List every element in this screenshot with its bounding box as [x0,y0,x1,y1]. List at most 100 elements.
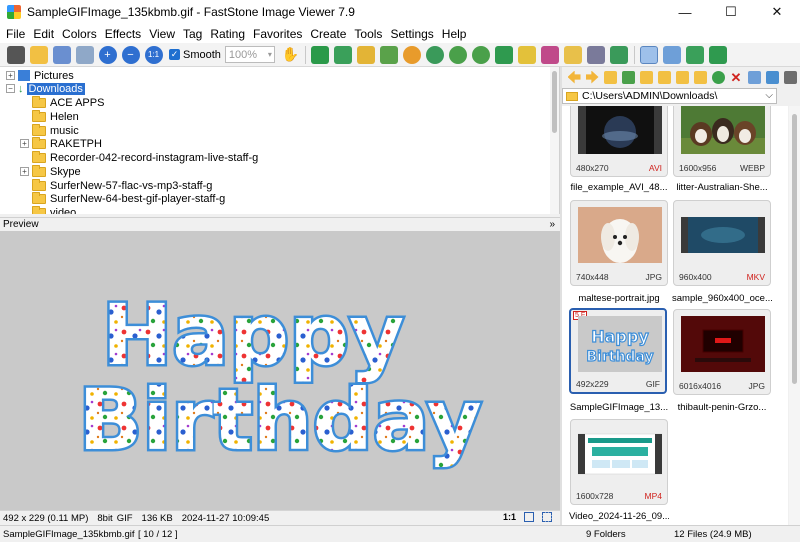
camera-icon[interactable] [6,45,25,64]
back-arrow-icon[interactable] [567,70,581,84]
menu-file[interactable]: File [2,27,29,41]
actual-size-icon[interactable]: 1:1 [144,45,163,64]
tree-item-pictures[interactable]: + Pictures [6,69,74,82]
copy-folder-icon[interactable] [675,70,689,84]
expand-icon[interactable]: + [20,167,29,176]
wallpaper-icon[interactable] [518,45,537,64]
menu-colors[interactable]: Colors [58,27,101,41]
rotate-right-icon[interactable] [472,45,491,64]
menu-view[interactable]: View [145,27,179,41]
thumbnail-scrollbar[interactable] [789,106,800,525]
close-button[interactable]: ✕ [754,0,800,24]
favorites-folder-icon[interactable] [657,70,671,84]
tree-item-ace-apps[interactable]: ACE APPS [32,95,104,109]
thumb-birthday-text: Birthday [586,349,653,365]
menu-settings[interactable]: Settings [386,27,437,41]
zoom-select[interactable]: 100% ▾ [224,46,275,63]
minimize-button[interactable]: — [662,0,708,24]
menu-help[interactable]: Help [438,27,471,41]
thumbnail-name[interactable]: SampleGIFImage_13... [569,402,669,413]
forward-arrow-icon[interactable] [585,70,599,84]
fit-screen-icon[interactable] [524,512,534,522]
tree-item-skype[interactable]: + Skype [20,164,81,178]
menu-tools[interactable]: Tools [350,27,386,41]
folder-path-combo[interactable]: C:\Users\ADMIN\Downloads\ ⌵ [562,88,777,104]
scrollbar-thumb[interactable] [552,71,557,133]
layout-browser-icon[interactable] [640,45,659,64]
smooth-checkbox[interactable]: ✓ Smooth [169,49,221,61]
thumbnail-name[interactable]: Video_2024-11-26_09... [569,511,669,522]
delete-icon[interactable]: ✕ [730,71,743,84]
maximize-button[interactable]: ☐ [708,0,754,24]
image-list-icon[interactable] [75,45,94,64]
thumbnail-name[interactable]: thibault-penin-Grzo... [672,402,772,413]
thumbnail-card[interactable]: 6016x4016 JPG [673,309,771,395]
thumbnail-card[interactable]: 740x448 JPG [570,200,668,286]
print-icon[interactable] [587,45,606,64]
thumbnail-card[interactable]: 480x270 AVI [570,106,668,177]
layout-preview-icon[interactable] [663,45,682,64]
move-folder-icon[interactable] [693,70,707,84]
thumbnail-card[interactable]: 960x400 MKV [673,200,771,286]
tree-item-surfer-57[interactable]: SurferNew-57-flac-vs-mp3-staff-g [32,178,212,192]
chevron-down-icon: ▾ [267,50,272,59]
slideshow-icon[interactable] [495,45,514,64]
tree-item-downloads[interactable]: − ↓ Downloads [6,82,85,95]
menu-edit[interactable]: Edit [29,27,58,41]
email-icon[interactable] [564,45,583,64]
menu-favorites[interactable]: Favorites [249,27,306,41]
thumbnail-name[interactable]: sample_960x400_oce... [672,293,772,304]
chevron-down-icon[interactable]: ⌵ [765,90,773,101]
expand-icon[interactable]: + [6,71,15,80]
move-arrow-icon[interactable] [711,70,725,84]
menu-rating[interactable]: Rating [206,27,249,41]
thumbnail-card[interactable]: 1600x956 WEBP [673,106,771,177]
compare-icon[interactable] [380,45,399,64]
tree-item-label: music [50,124,79,137]
resize-icon[interactable] [334,45,353,64]
hand-tool-icon[interactable]: ✋ [281,46,299,64]
person-icon[interactable] [426,45,445,64]
folder-icon [32,123,46,136]
tree-item-helen[interactable]: Helen [32,109,79,123]
crop-icon[interactable] [357,45,376,64]
zoom-in-icon[interactable]: + [98,45,117,64]
effects-icon[interactable] [403,45,422,64]
folder-up-icon[interactable] [603,70,617,84]
filter-icon[interactable] [783,70,797,84]
zoom-out-icon[interactable]: − [121,45,140,64]
checklist-icon[interactable] [610,45,629,64]
menu-tag[interactable]: Tag [179,27,206,41]
open-folder-icon[interactable] [29,45,48,64]
preview-pane[interactable]: Happy Birthday [0,231,560,510]
tree-item-video[interactable]: video [32,205,76,214]
fullscreen-expand-icon[interactable] [542,512,552,522]
thumbnail-name[interactable]: file_example_AVI_48... [569,182,669,193]
tree-scrollbar[interactable] [550,67,559,214]
refresh-folder-icon[interactable] [621,70,635,84]
rotate-left-icon[interactable] [449,45,468,64]
fit-window-icon[interactable] [311,45,330,64]
fullscreen-icon[interactable] [709,45,728,64]
ratio-button[interactable]: 1:1 [503,512,516,522]
tree-item-music[interactable]: music [32,123,79,137]
thumbnail-card[interactable]: 1600x728 MP4 [570,419,668,505]
collapse-icon[interactable]: − [6,84,15,93]
tree-item-surfer-64[interactable]: SurferNew-64-best-gif-player-staff-g [32,191,225,205]
grid-view-icon[interactable] [747,70,761,84]
tree-item-recorder[interactable]: Recorder-042-record-instagram-live-staff… [32,150,258,164]
new-folder-icon[interactable] [639,70,653,84]
thumbnail-card-selected[interactable]: 5 F Happy Birthday 492x229 GIF [569,308,667,394]
menu-effects[interactable]: Effects [101,27,145,41]
layout-thumbs-icon[interactable] [686,45,705,64]
thumbnail-name[interactable]: litter-Australian-She... [672,182,772,193]
scrollbar-thumb[interactable] [792,114,797,384]
save-icon[interactable] [52,45,71,64]
expand-icon[interactable]: + [20,139,29,148]
menu-create[interactable]: Create [306,27,350,41]
double-chevron-icon[interactable]: » [549,218,555,231]
tree-item-raketph[interactable]: + RAKETPH [20,136,102,150]
sort-icon[interactable] [765,70,779,84]
thumbnail-name[interactable]: maltese-portrait.jpg [569,293,669,304]
scan-icon[interactable] [541,45,560,64]
